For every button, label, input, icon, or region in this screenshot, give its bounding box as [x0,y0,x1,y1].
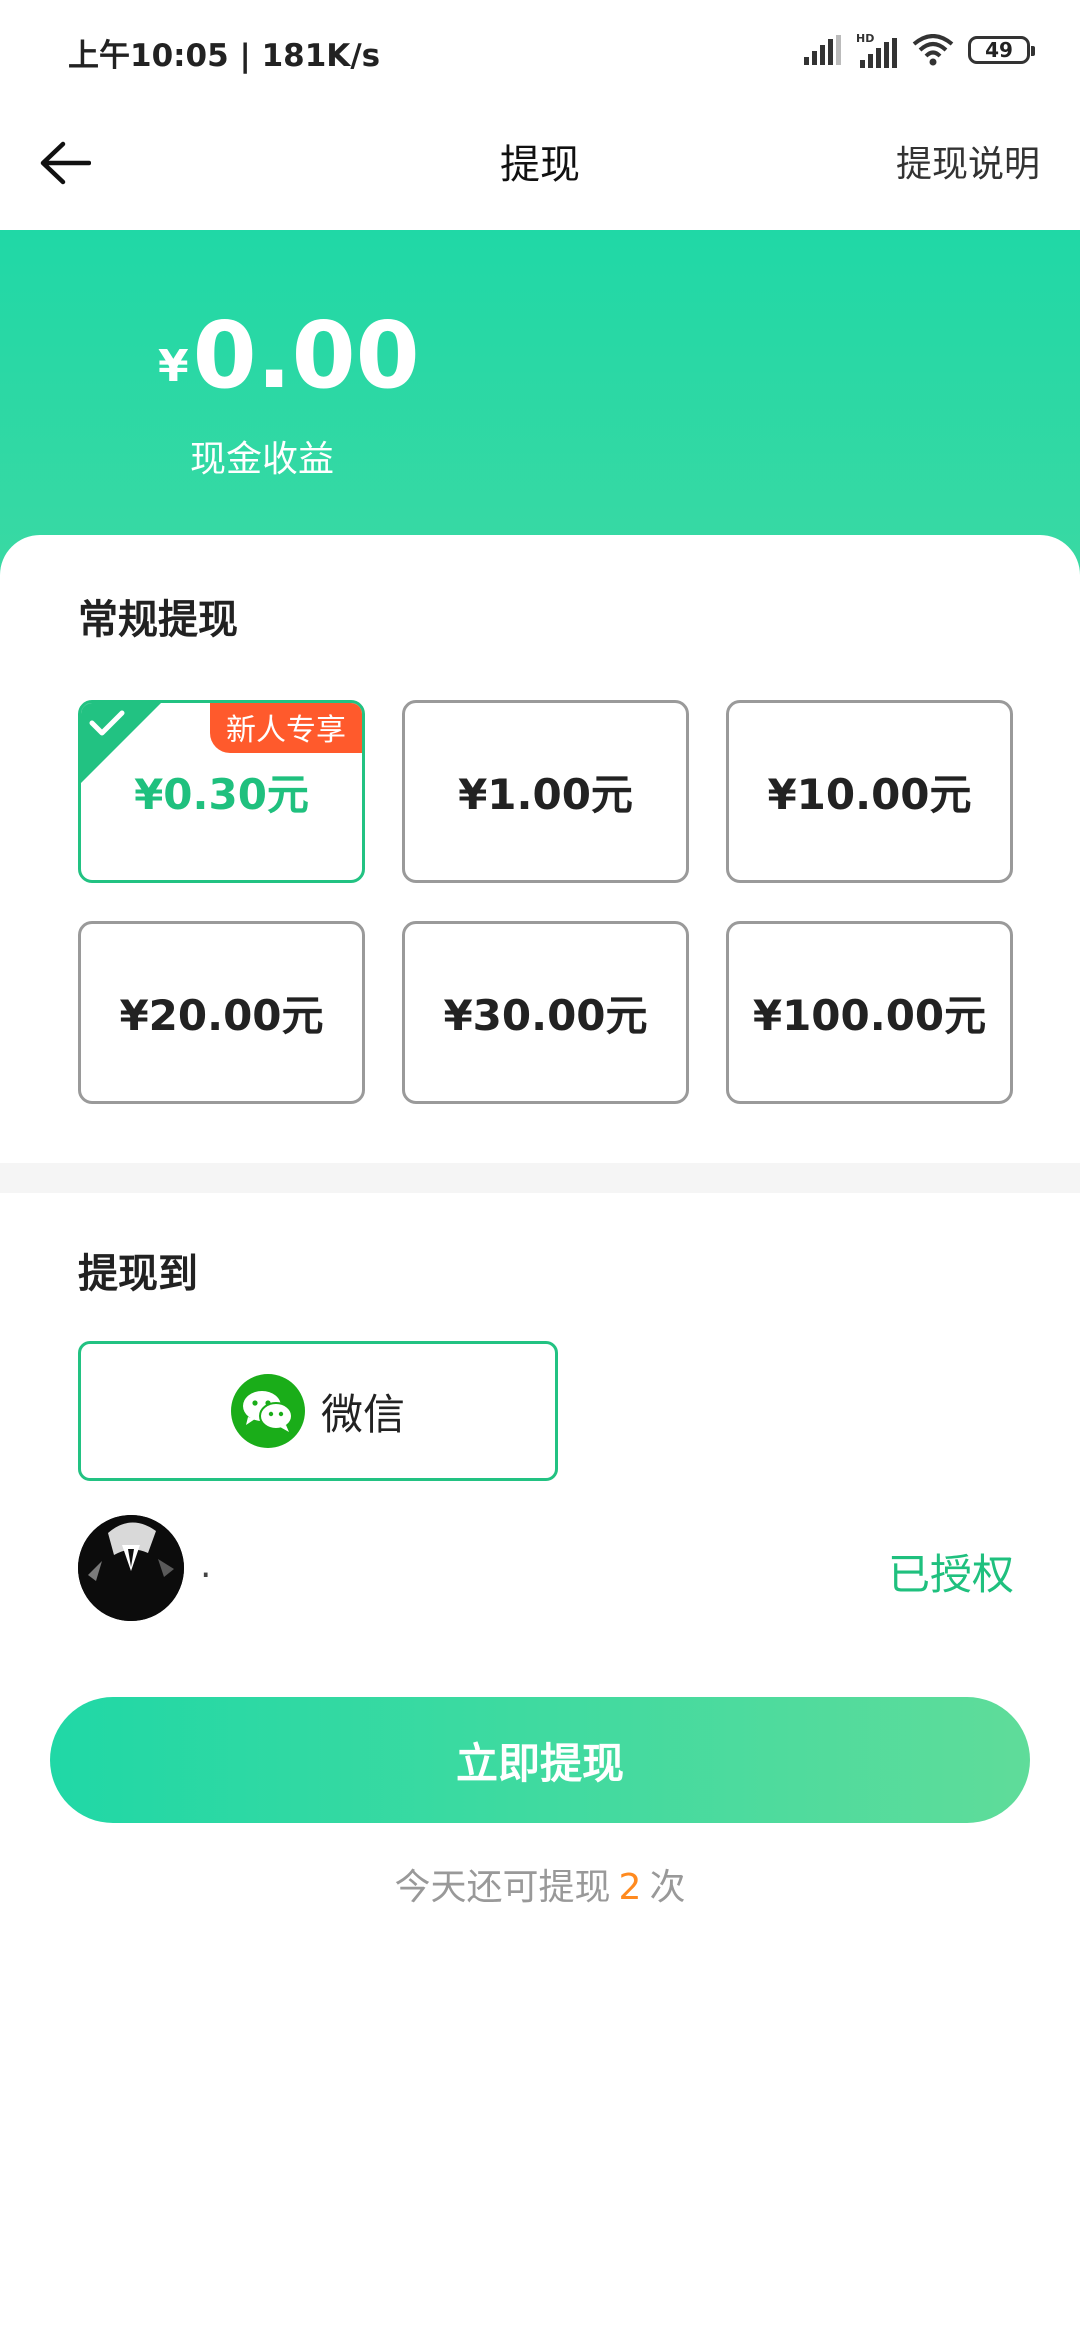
amount-options: 新人专享 ¥0.30元 ¥1.00元 ¥10.00元 ¥20.00元 ¥30.0… [78,700,1014,1104]
back-button[interactable] [30,128,100,198]
status-bar: 上午10:05 | 181K/s HD 49 [0,0,1080,100]
newcomer-badge: 新人专享 [210,703,362,753]
svg-text:HD: HD [856,32,874,45]
amount-option-selected[interactable]: 新人专享 ¥0.30元 [78,700,365,883]
account-name: . [200,1545,212,1586]
amount-option-label: ¥20.00元 [119,991,324,1040]
amount-option[interactable]: ¥30.00元 [402,921,689,1104]
wechat-label: 微信 [320,1389,405,1439]
wechat-method-button[interactable]: 微信 [78,1341,558,1481]
amount-option-label: ¥1.00元 [458,770,633,819]
section-title-regular: 常规提现 [78,597,238,643]
remaining-suffix: 次 [649,1867,686,1908]
app-bar: 提现 提现说明 [0,100,1080,230]
wifi-icon [912,34,954,66]
amount-option-label: ¥100.00元 [752,991,987,1040]
currency-symbol: ¥ [158,341,189,392]
authorized-status: 已授权 [887,1550,1014,1599]
balance-value: 0.00 [192,302,420,409]
balance-label: 现金收益 [190,439,335,480]
balance-header: ¥ 0.00 现金收益 [0,230,1080,580]
check-icon [89,710,125,736]
wechat-icon [230,1374,305,1448]
status-time: 上午10:05 | 181K/s [68,38,381,74]
amount-option[interactable]: ¥20.00元 [78,921,365,1104]
section-title-withdraw-to: 提现到 [78,1251,198,1297]
remaining-prefix: 今天还可提现 [394,1867,611,1908]
withdraw-now-button[interactable]: 立即提现 [50,1697,1030,1823]
amount-option[interactable]: ¥100.00元 [726,921,1013,1104]
amount-option-label: ¥30.00元 [443,991,648,1040]
account-row: . 已授权 [78,1515,1014,1621]
section-divider [0,1163,1080,1193]
status-icons: HD 49 [802,28,1035,72]
remaining-count: 2 [618,1867,642,1908]
hd-signal-icon: HD [856,32,897,68]
regular-withdraw-card: 常规提现 新人专享 ¥0.30元 ¥1.00元 ¥10.00元 ¥20.00元 … [0,535,1080,1165]
battery-indicator: 49 [968,36,1035,64]
amount-option[interactable]: ¥1.00元 [402,700,689,883]
balance-amount: ¥ 0.00 [158,310,420,402]
amount-option-label: ¥10.00元 [767,770,972,819]
cellular-signal-icon [804,35,841,65]
withdraw-instructions-link[interactable]: 提现说明 [896,100,1040,230]
back-arrow-icon [40,141,91,185]
amount-option[interactable]: ¥10.00元 [726,700,1013,883]
avatar [78,1515,184,1621]
remaining-times-text: 今天还可提现 2 次 [0,1858,1080,1910]
